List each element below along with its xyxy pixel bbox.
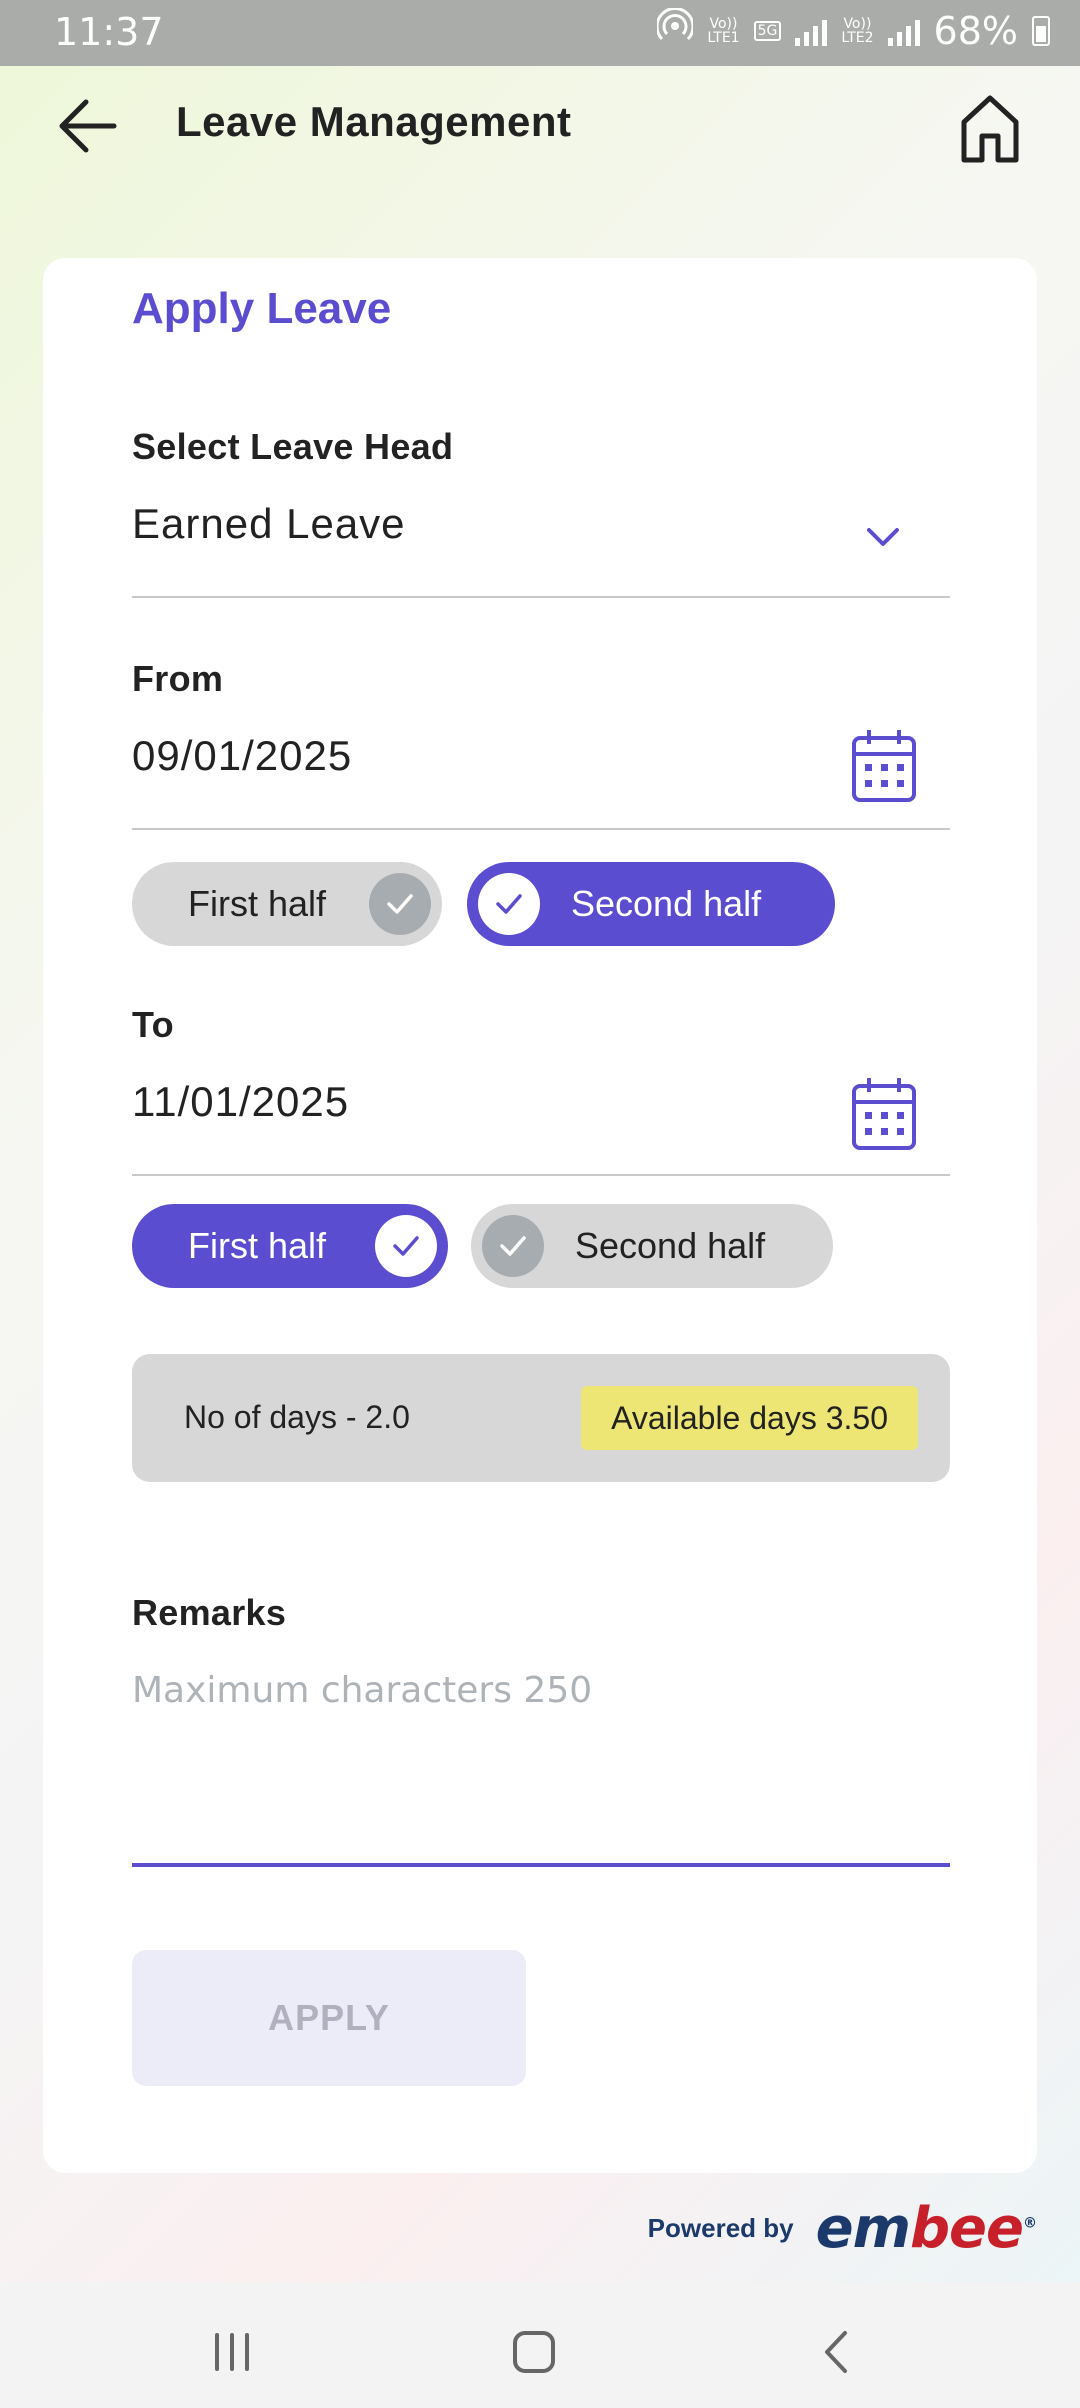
brand-logo: embee® <box>815 2196 1037 2261</box>
no-of-days-text: No of days - 2.0 <box>184 1399 410 1435</box>
arrow-left-icon[interactable] <box>52 86 132 166</box>
powered-by-text: Powered by <box>647 2213 794 2243</box>
battery-icon <box>1032 15 1050 46</box>
remarks-input[interactable]: Maximum characters 250 <box>132 1670 592 1711</box>
system-nav-bar <box>0 2282 1080 2408</box>
home-icon[interactable] <box>950 88 1030 168</box>
hotspot-icon <box>655 7 695 53</box>
app-bar: Leave Management <box>0 66 1080 186</box>
home-nav-icon[interactable] <box>494 2312 574 2392</box>
powered-by: Powered by embee® <box>647 2196 1037 2261</box>
section-title: Apply Leave <box>132 284 392 333</box>
apply-button[interactable]: APPLY <box>132 1950 526 2086</box>
battery-percent: 68% <box>933 8 1018 53</box>
check-icon <box>478 873 540 935</box>
sim1-volte-indicator: Vo)) LTE1 <box>707 15 740 46</box>
remarks-underline <box>132 1863 950 1867</box>
check-icon <box>482 1215 544 1277</box>
leave-head-label: Select Leave Head <box>132 426 454 467</box>
check-icon <box>369 873 431 935</box>
to-label: To <box>132 1004 174 1045</box>
page-title: Leave Management <box>176 98 572 145</box>
from-date-underline <box>132 828 950 830</box>
to-second-half-label: Second half <box>575 1225 766 1266</box>
from-date-field[interactable]: 09/01/2025 <box>132 732 352 780</box>
available-days-badge: Available days 3.50 <box>581 1386 918 1450</box>
chevron-down-icon[interactable] <box>863 518 903 558</box>
days-summary: No of days - 2.0 Available days 3.50 <box>132 1354 950 1482</box>
signal-icon <box>795 16 828 46</box>
to-date-underline <box>132 1174 950 1176</box>
status-bar: 11:37 Vo)) LTE1 5G Vo)) LTE2 68% <box>0 0 1080 66</box>
leave-head-underline <box>132 596 950 598</box>
to-first-half-toggle[interactable]: First half <box>132 1204 448 1288</box>
from-second-half-label: Second half <box>571 883 762 924</box>
from-second-half-toggle[interactable]: Second half <box>467 862 835 946</box>
to-second-half-toggle[interactable]: Second half <box>471 1204 833 1288</box>
remarks-label: Remarks <box>132 1592 287 1633</box>
apply-leave-card: Apply Leave Select Leave Head Earned Lea… <box>43 258 1037 2173</box>
to-date-field[interactable]: 11/01/2025 <box>132 1078 349 1126</box>
from-first-half-label: First half <box>188 883 327 924</box>
status-time: 11:37 <box>54 10 164 54</box>
calendar-icon[interactable] <box>851 728 917 804</box>
back-nav-icon[interactable] <box>798 2312 878 2392</box>
sim2-volte-indicator: Vo)) LTE2 <box>841 15 874 46</box>
leave-head-select[interactable]: Earned Leave <box>132 500 406 548</box>
signal-icon <box>887 16 920 46</box>
to-first-half-label: First half <box>188 1225 327 1266</box>
check-icon <box>375 1215 437 1277</box>
from-first-half-toggle[interactable]: First half <box>132 862 442 946</box>
calendar-icon[interactable] <box>851 1076 917 1152</box>
recent-apps-icon[interactable] <box>192 2312 272 2392</box>
from-label: From <box>132 658 224 699</box>
network-type-indicator: 5G <box>753 20 782 41</box>
